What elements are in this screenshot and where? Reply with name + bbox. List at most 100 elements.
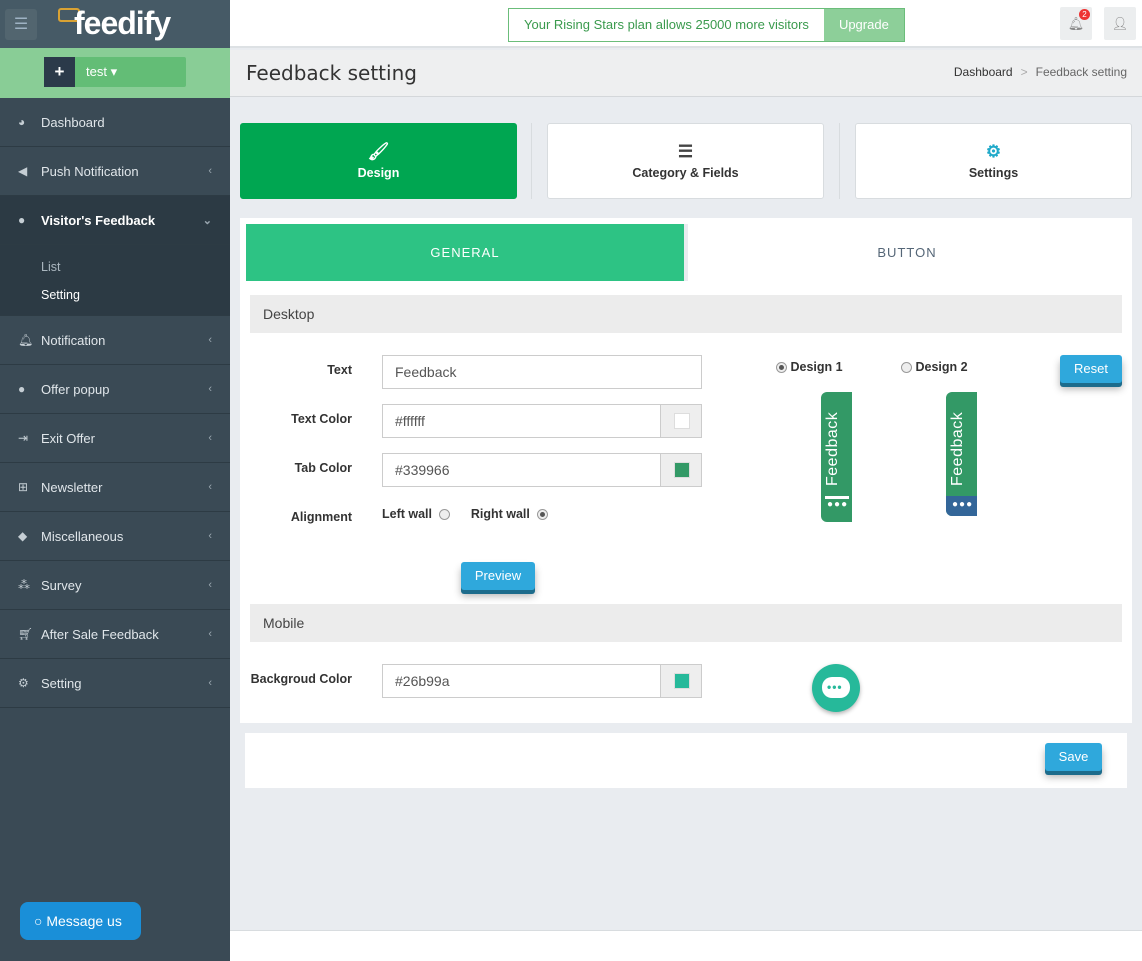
value: #339966: [395, 462, 450, 478]
background-color-label: Backgroud Color: [250, 672, 352, 686]
design-1-radio[interactable]: [776, 362, 787, 374]
design-1-option[interactable]: Design 1: [776, 360, 843, 374]
tab-label: Category & Fields: [632, 166, 739, 180]
sidebar-subitem-list[interactable]: List: [41, 253, 230, 281]
right-wall-label: Right wall: [470, 507, 530, 521]
sidebar-item-setting[interactable]: ⚙ Setting ‹: [0, 659, 230, 708]
message-label: Message us: [46, 913, 122, 929]
chevron-left-icon: ‹: [208, 530, 212, 542]
sidebar-item-notification[interactable]: 🔔︎ Notification ‹: [0, 316, 230, 365]
label: Notification: [41, 332, 106, 348]
color-swatch[interactable]: [660, 454, 701, 486]
comment-icon: ●: [18, 382, 26, 396]
sidebar-item-after-sale-feedback[interactable]: 🛒︎ After Sale Feedback ‹: [0, 610, 230, 659]
subtab-general[interactable]: GENERAL: [246, 224, 684, 281]
dashboard-icon: ◕: [18, 115, 26, 129]
bell-icon: 🔔︎: [18, 333, 34, 347]
alignment-options: Left wall Right wall: [382, 507, 548, 521]
label: Dashboard: [41, 114, 105, 130]
design-2-preview-tab: Feedback ●●●: [946, 392, 977, 516]
text-color-label: Text Color: [291, 412, 352, 426]
chevron-left-icon: ‹: [208, 334, 212, 346]
sidebar-item-exit-offer[interactable]: ⇥ Exit Offer ‹: [0, 414, 230, 463]
breadcrumb-current: Feedback setting: [1035, 65, 1127, 79]
label: After Sale Feedback: [41, 626, 159, 642]
tab-design[interactable]: 🖌︎ Design: [240, 123, 517, 199]
dots-icon: ●●●: [827, 499, 849, 510]
label: Exit Offer: [41, 430, 95, 446]
bullhorn-icon: ◀: [18, 164, 28, 178]
menu-toggle-button[interactable]: ☰: [5, 9, 37, 40]
gear-icon: ⚙: [985, 142, 1002, 161]
dots-icon: ●●●: [952, 499, 974, 510]
tab-settings[interactable]: ⚙ Settings: [855, 123, 1132, 199]
chevron-left-icon: ‹: [208, 481, 212, 493]
left-wall-radio[interactable]: [438, 509, 450, 521]
paint-brush-icon: 🖌︎: [367, 142, 390, 161]
tab-color-label: Tab Color: [294, 461, 352, 475]
tag-icon: ◆: [18, 529, 28, 543]
desktop-section-header: Desktop: [250, 295, 1122, 333]
upgrade-button[interactable]: Upgrade: [823, 9, 904, 41]
design-panel: GENERAL BUTTON Desktop Text Feedback Text…: [240, 218, 1132, 723]
chat-bubble-preview-icon: •••: [812, 664, 860, 712]
notifications-button[interactable]: 🔔︎ 2: [1060, 7, 1092, 40]
value: #ffffff: [395, 413, 425, 429]
breadcrumb-dashboard[interactable]: Dashboard: [954, 65, 1013, 79]
project-selector[interactable]: + test ▾: [44, 57, 186, 87]
plus-square-icon: ⊞: [18, 480, 29, 494]
sidebar-item-survey[interactable]: ⁂ Survey ‹: [0, 561, 230, 610]
label: Visitor's Feedback: [41, 212, 156, 228]
right-wall-radio[interactable]: [536, 509, 548, 521]
user-menu-button[interactable]: 👤︎: [1104, 7, 1136, 40]
tab-color-input[interactable]: #339966: [382, 453, 702, 487]
sidebar-subitem-setting[interactable]: Setting: [41, 281, 230, 309]
label: Newsletter: [41, 479, 103, 495]
label: Setting: [41, 675, 82, 691]
chevron-left-icon: ‹: [208, 579, 212, 591]
label: Push Notification: [41, 163, 139, 179]
tab-category-fields[interactable]: ☰ Category & Fields: [547, 123, 824, 199]
chevron-left-icon: ‹: [208, 628, 212, 640]
text-label: Text: [327, 363, 352, 377]
chevron-left-icon: ‹: [208, 165, 212, 177]
chevron-left-icon: ‹: [208, 677, 212, 689]
sidebar-item-miscellaneous[interactable]: ◆ Miscellaneous ‹: [0, 512, 230, 561]
design-2-radio[interactable]: [901, 362, 912, 374]
tab-label: Design: [357, 166, 400, 180]
sidebar: ☰ feedify + test ▾ ◕ Dashboard ◀ Push Notif…: [0, 0, 230, 961]
preview-button[interactable]: Preview: [461, 562, 535, 590]
left-wall-label: Left wall: [382, 507, 433, 521]
logo: feedify: [74, 5, 171, 41]
message-us-button[interactable]: ○ Message us: [20, 902, 141, 940]
subtab-button[interactable]: BUTTON: [688, 224, 1126, 281]
sign-out-icon: ⇥: [18, 431, 29, 445]
sidebar-item-dashboard[interactable]: ◕ Dashboard: [0, 98, 230, 147]
text-input[interactable]: Feedback: [382, 355, 702, 389]
sidebar-item-push-notification[interactable]: ◀ Push Notification ‹: [0, 147, 230, 196]
tab-text: Feedback: [824, 411, 841, 486]
chevron-down-icon: ⌄: [202, 214, 212, 227]
tab-text: Feedback: [949, 411, 966, 486]
label: Miscellaneous: [41, 528, 124, 544]
gear-icon: ⚙: [18, 676, 29, 690]
color-swatch[interactable]: [660, 405, 701, 437]
design-1-preview-tab: Feedback ●●●: [821, 392, 852, 522]
list-icon: ☰: [677, 142, 694, 161]
color-swatch[interactable]: [660, 665, 701, 697]
sidebar-item-offer-popup[interactable]: ● Offer popup ‹: [0, 365, 230, 414]
background-color-input[interactable]: #26b99a: [382, 664, 702, 698]
design-2-option[interactable]: Design 2: [901, 360, 968, 374]
alignment-label: Alignment: [290, 510, 352, 524]
add-project-icon[interactable]: +: [44, 57, 75, 87]
breadcrumb: Dashboard > Feedback setting: [953, 65, 1127, 79]
save-button[interactable]: Save: [1045, 743, 1102, 771]
value: #26b99a: [395, 673, 450, 689]
cubes-icon: ⁂: [18, 578, 30, 592]
sidebar-item-newsletter[interactable]: ⊞ Newsletter ‹: [0, 463, 230, 512]
text-color-input[interactable]: #ffffff: [382, 404, 702, 438]
chevron-left-icon: ‹: [208, 432, 212, 444]
project-name: test: [86, 64, 107, 79]
reset-button[interactable]: Reset: [1060, 355, 1122, 383]
sidebar-item-visitors-feedback[interactable]: ● Visitor's Feedback ⌄: [0, 196, 230, 245]
